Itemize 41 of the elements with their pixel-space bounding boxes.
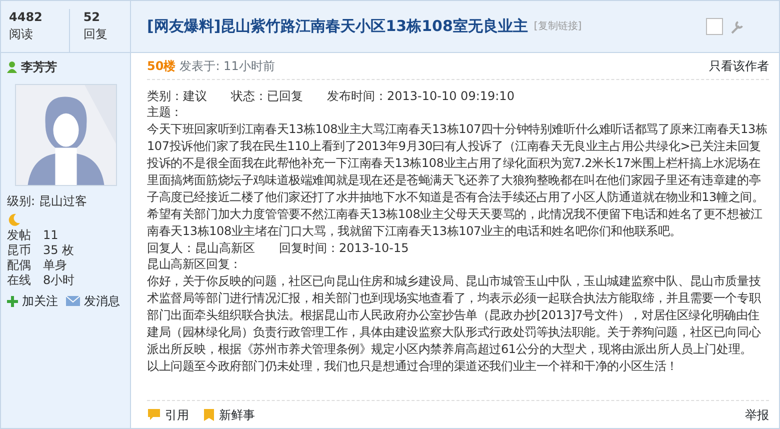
stat-label: 阅读 (9, 26, 34, 43)
floor-number: 50楼 (147, 58, 176, 75)
subject-label: 主题： (147, 104, 184, 121)
stat-label: 发帖 (7, 228, 32, 243)
user-icon (7, 61, 17, 73)
follow-link[interactable]: 加关注 (7, 292, 58, 310)
speech-bubble-icon (147, 408, 161, 421)
news-link[interactable]: 新鲜事 (203, 406, 255, 424)
moon-icon (7, 212, 21, 227)
meta-text: 类别：建议 (147, 88, 207, 104)
author-only-link[interactable]: 只看该作者 (709, 57, 769, 75)
reply-heading: 昆山高新区回复： (147, 256, 242, 273)
post-time: 发表于: 11小时前 (180, 58, 275, 75)
select-checkbox[interactable] (706, 18, 723, 35)
envelope-icon (66, 296, 80, 306)
stat-count: 52 (83, 9, 102, 26)
post-body: 今天下班回家听到江南春天13栋108业主大骂江南春天13栋107四十分钟特别难听什么难听话都骂了原来江南春天13栋107投诉他们家了我在民生110上看到了2013年9月30曰有人投诉了（江南春天无良业主占用公共绿化>已关注未回复投诉的不是很全面我在此帮他补充一下江南春天13栋108业主占用了绿化面积为宽7.2米长17米围上栏杆搞上水泥场在里面搞烤面筋烧坛子鸡味道极端难闻就是现在还是苍蝇满天飞还养了大狼狗整晚都在叫在他们家园子里还有违章建的亭子高度已经接近二楼了他们家还打了水井抽地下水不知道是否有合法手续还占用了小区人防通道就在物业和13幢之间。希望有关部门加大力度管管要不然江南春天13栋108业主父母天天要骂的，此情况我不便留下电话和姓名了更不想被江南春天13栋108业主堵在门口大骂，我就留下江南春天13栋107业主的电话和姓名吧你们和他联系吧。 (147, 121, 768, 240)
stat-label: 回复 (83, 26, 108, 43)
closing-text: 以上问题至今政府部门仍未处理，我们也只是想通过合理的渠道还我们业主一个祥和干净的小区生活！ (147, 358, 680, 375)
stat-label: 配偶 (7, 258, 32, 273)
thread-title: [网友爆料]昆山紫竹路江南春天小区13栋108室无良业主 (147, 16, 528, 38)
wrench-icon[interactable] (729, 18, 745, 34)
user-level: 级别: 昆山过客 (7, 193, 88, 210)
quote-link[interactable]: 引用 (147, 406, 189, 424)
stat-value: 11 (43, 228, 58, 243)
meta-text: 回复时间：2013-10-15 (279, 240, 409, 256)
stat-value: 35 枚 (43, 243, 74, 258)
stat-label: 昆币 (7, 243, 32, 258)
bookmark-icon (203, 408, 215, 422)
report-link[interactable]: 举报 (745, 406, 769, 424)
stat-value: 8小时 (43, 273, 75, 288)
stat-label: 在线 (7, 273, 32, 288)
meta-text: 状态：已回复 (231, 88, 303, 104)
meta-text: 发布时间：2013-10-10 09:19:10 (327, 88, 514, 104)
reply-body: 你好，关于你反映的问题，社区已向昆山住房和城乡建设局、昆山市城管玉山中队，玉山城建监察中队、昆山市质量技术监督局等部门进行情况汇报，相关部门也到现场实地查看了，均表示必须一起联合执法方能取缔，并且需要一个专职部门出面牵头组织联合执法。根据昆山市人民政府办公室抄告单（昆政办抄[2013]7号文件），对居住区绿化明确由住建局（园林绿化局）负责行政管理工作，具体由建设监察大队形式行政处罚等执法职能。关于养狗问题，社区已向同心派出所反映，根据《苏州市养犬管理条例》规定小区内禁养肩高超过61公分的大型犬，现将由派出所人员上门处理。 (147, 273, 762, 358)
stat-count: 4482 (9, 9, 44, 26)
stat-value: 单身 (43, 258, 67, 273)
plus-icon (7, 296, 18, 306)
meta-text: 回复人：昆山高新区 (147, 240, 255, 256)
message-link[interactable]: 发消息 (66, 292, 120, 310)
user-name[interactable]: 李芳芳 (21, 58, 57, 76)
